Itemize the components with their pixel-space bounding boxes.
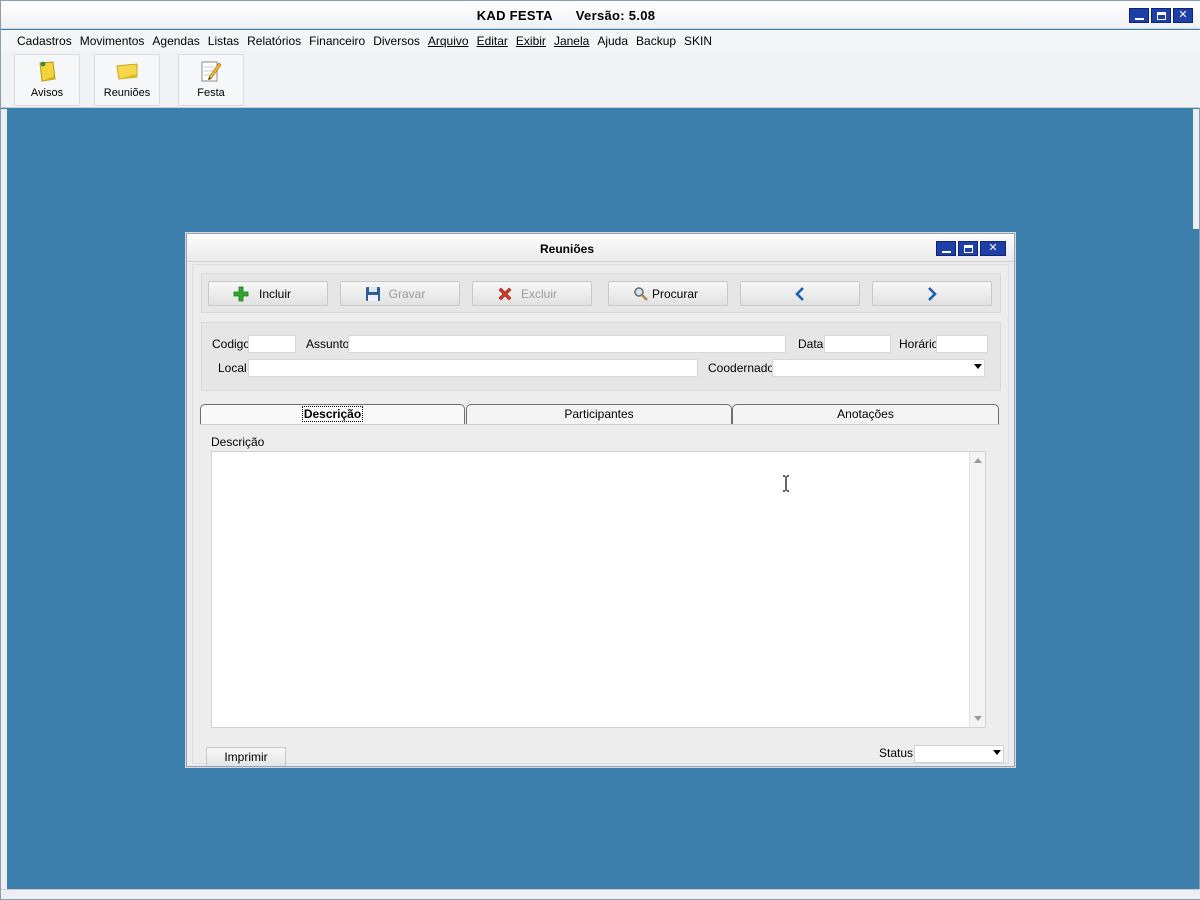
minimize-icon <box>941 250 951 253</box>
menu-cadastros[interactable]: Cadastros <box>13 34 76 48</box>
menu-relatorios[interactable]: Relatórios <box>243 34 305 48</box>
toolbar: Avisos Reuniões Festa <box>1 51 1200 108</box>
horario-field[interactable] <box>936 335 988 353</box>
sticky-note-pin-icon <box>39 61 56 82</box>
tab-descricao[interactable]: Descrição <box>200 404 465 426</box>
scroll-down-icon[interactable] <box>974 716 982 721</box>
notepad-pencil-icon <box>201 61 222 82</box>
assunto-field[interactable] <box>348 335 786 353</box>
descricao-scrollbar[interactable] <box>969 452 985 727</box>
avisos-label: Avisos <box>30 87 64 99</box>
incluir-button[interactable]: Incluir <box>208 281 328 306</box>
close-button[interactable]: ✕ <box>1173 8 1193 23</box>
tab-anotacoes[interactable]: Anotações <box>732 404 999 424</box>
menu-movimentos[interactable]: Movimentos <box>76 34 149 48</box>
tab-participantes[interactable]: Participantes <box>466 404 732 424</box>
sticky-note-icon <box>116 63 138 80</box>
coordenador-label: Coodernador <box>708 361 779 375</box>
left-frame-border <box>1 109 7 899</box>
next-record-button[interactable] <box>872 281 992 306</box>
menu-exibir[interactable]: Exibir <box>512 34 550 48</box>
menu-skin[interactable]: SKIN <box>680 34 716 48</box>
excluir-button[interactable]: Excluir <box>472 281 592 306</box>
fields-panel: Codigo Assunto Data Horário Local Cooder… <box>201 322 1001 391</box>
status-label: Status <box>879 746 914 760</box>
data-label: Data <box>798 337 824 351</box>
maximize-icon <box>963 244 973 253</box>
dialog-body: Incluir Gravar Excluir Procurar Codigo A… <box>192 264 1009 766</box>
dialog-minimize-button[interactable] <box>936 241 956 256</box>
maximize-icon <box>1156 11 1166 20</box>
menu-arquivo[interactable]: Arquivo <box>424 34 473 48</box>
status-select[interactable] <box>914 745 1004 763</box>
minimize-icon <box>1134 17 1144 20</box>
reunioes-dialog: Reuniões ✕ Incluir Gravar Excluir Procur… <box>186 233 1015 767</box>
menu-diversos[interactable]: Diversos <box>369 34 424 48</box>
dialog-footer: Imprimir Status <box>200 743 1004 766</box>
incluir-label: Incluir <box>258 286 291 301</box>
procurar-button[interactable]: Procurar <box>608 281 728 306</box>
menu-bar: Cadastros Movimentos Agendas Listas Rela… <box>1 30 1200 51</box>
descricao-textarea[interactable] <box>211 451 986 728</box>
gravar-label: Gravar <box>388 286 426 301</box>
arrow-right-icon <box>928 286 937 301</box>
chevron-down-icon[interactable] <box>993 750 1001 755</box>
dialog-maximize-button[interactable] <box>958 241 978 256</box>
codigo-field[interactable] <box>248 335 296 353</box>
menu-agendas[interactable]: Agendas <box>148 34 203 48</box>
reunioes-label: Reuniões <box>103 87 151 99</box>
assunto-label: Assunto <box>306 337 350 351</box>
dialog-title: Reuniões <box>539 242 594 256</box>
search-icon <box>634 287 648 301</box>
minimize-button[interactable] <box>1129 8 1149 23</box>
gravar-button[interactable]: Gravar <box>340 281 460 306</box>
arrow-left-icon <box>795 286 804 301</box>
chevron-down-icon[interactable] <box>974 364 982 369</box>
tab-participantes-label: Participantes <box>564 407 634 421</box>
coordenador-select[interactable] <box>772 359 985 377</box>
delete-x-icon <box>498 287 512 301</box>
reunioes-button[interactable]: Reuniões <box>94 54 160 106</box>
avisos-button[interactable]: Avisos <box>14 54 80 106</box>
main-window: KAD FESTA Versão: 5.08 ✕ Cadastros Movim… <box>0 0 1200 900</box>
tab-anotacoes-label: Anotações <box>837 407 894 421</box>
excluir-label: Excluir <box>520 286 557 301</box>
local-field[interactable] <box>248 359 698 377</box>
menu-financeiro[interactable]: Financeiro <box>305 34 369 48</box>
action-toolbar: Incluir Gravar Excluir Procurar <box>201 273 1001 313</box>
tab-page-descricao: Descrição <box>200 424 1000 738</box>
tab-descricao-label: Descrição <box>301 406 364 422</box>
floppy-disk-icon <box>366 287 380 301</box>
bottom-frame-border <box>1 889 1200 899</box>
tab-strip: Descrição Participantes Anotações <box>200 404 1000 426</box>
descricao-label: Descrição <box>211 435 265 449</box>
imprimir-button[interactable]: Imprimir <box>206 747 286 766</box>
app-title: KAD FESTA Versão: 5.08 <box>476 8 656 23</box>
main-title-bar[interactable]: KAD FESTA Versão: 5.08 ✕ <box>1 1 1200 29</box>
close-icon: ✕ <box>988 242 998 254</box>
dialog-title-bar[interactable]: Reuniões ✕ <box>187 234 1014 262</box>
festa-button[interactable]: Festa <box>178 54 244 106</box>
previous-record-button[interactable] <box>740 281 860 306</box>
plus-icon <box>233 286 249 302</box>
local-label: Local <box>218 361 247 375</box>
codigo-label: Codigo <box>212 337 251 351</box>
menu-janela[interactable]: Janela <box>550 34 593 48</box>
menu-ajuda[interactable]: Ajuda <box>593 34 632 48</box>
text-cursor-icon <box>783 475 789 492</box>
festa-label: Festa <box>197 87 225 99</box>
menu-listas[interactable]: Listas <box>204 34 243 48</box>
close-icon: ✕ <box>1178 9 1188 21</box>
right-frame-border <box>1193 109 1199 229</box>
maximize-button[interactable] <box>1151 8 1171 23</box>
horario-label: Horário <box>899 337 939 351</box>
menu-backup[interactable]: Backup <box>632 34 680 48</box>
menu-editar[interactable]: Editar <box>473 34 512 48</box>
data-field[interactable] <box>824 335 891 353</box>
scroll-up-icon[interactable] <box>974 458 982 463</box>
dialog-close-button[interactable]: ✕ <box>980 241 1006 256</box>
